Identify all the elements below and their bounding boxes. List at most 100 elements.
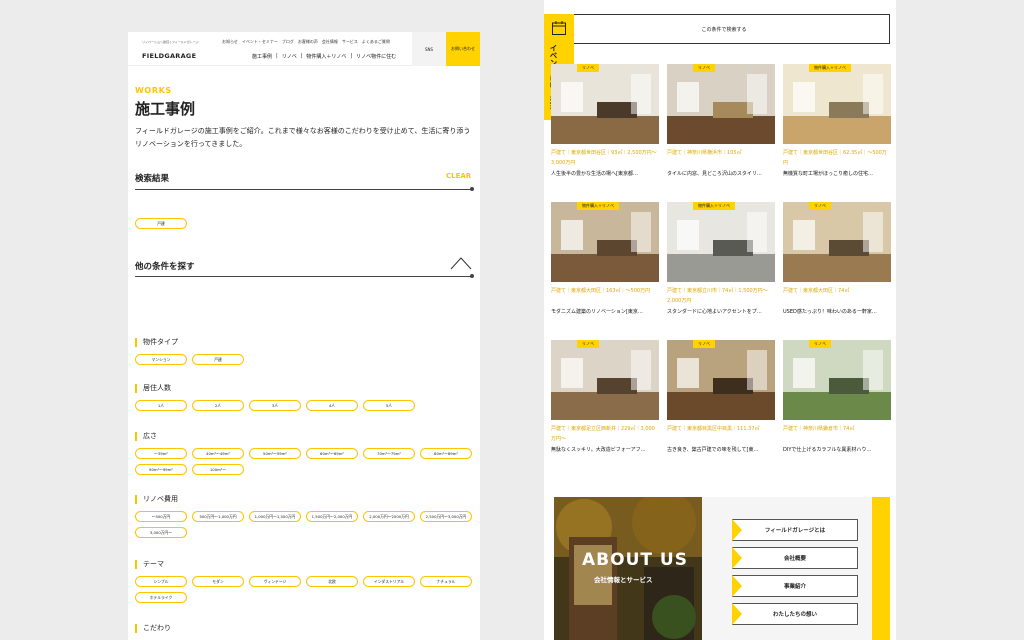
filter-option-chip[interactable]: 1人 [135, 400, 187, 411]
filter-option-chip[interactable]: 40m²〜49m² [192, 448, 244, 459]
filter-option-chip[interactable]: 3,000万円〜 [135, 527, 187, 538]
top-nav-news[interactable]: お知らせ [222, 39, 238, 45]
work-meta: 戸建て｜東京都大田区｜163㎡｜〜500万円 [551, 288, 651, 294]
search-conditions-button[interactable]: この条件で検索する [558, 14, 890, 44]
filter-option-chip[interactable]: ヴィンテージ [249, 576, 301, 587]
filter-option-chip[interactable]: 90m²〜99m² [135, 464, 187, 475]
top-nav-faq[interactable]: よくあるご質問 [362, 39, 390, 45]
other-conditions-heading: 他の条件を探す [135, 262, 195, 272]
filter-option-chip[interactable]: 500万円〜1,000万円 [192, 511, 244, 522]
top-nav-service[interactable]: サービス [342, 39, 358, 45]
top-nav-company[interactable]: 会社情報 [322, 39, 338, 45]
chevron-up-icon[interactable] [450, 256, 472, 270]
work-card[interactable]: リノベ 戸建て｜東京都目黒区中目黒｜111.37㎡ 古き良き、築古戸建での味を残して… [667, 340, 775, 460]
filter-option-chip[interactable]: 〜500万円 [135, 511, 187, 522]
work-meta: 戸建て｜東京都大田区｜74㎡ [783, 288, 850, 294]
top-nav-blog[interactable]: ブログ [282, 39, 294, 45]
main-nav-renovation[interactable]: リノベ [282, 53, 297, 60]
work-meta: 戸建て｜東京都足立区西新井｜229㎡｜3,000万円〜 [551, 426, 655, 442]
filter-option-chip[interactable]: 2,500万円〜3,000万円 [420, 511, 472, 522]
work-photo [783, 64, 891, 144]
filter-option-chip[interactable]: シンプル [135, 576, 187, 587]
work-title[interactable]: 無機質な町工場がほっこり癒しの住宅… [783, 170, 891, 177]
work-title[interactable]: モダニズム建築のリノベーション[東京… [551, 308, 659, 315]
work-meta: 戸建て｜東京都世田谷区｜93㎡｜2,500万円〜3,000万円 [551, 150, 657, 166]
main-nav-live[interactable]: リノベ物件に住む [356, 53, 396, 60]
filter-option-chip[interactable]: 50m²〜59m² [249, 448, 301, 459]
header-tagline: リノベーション賃貸 | フィールドガレージ [142, 40, 199, 44]
work-card[interactable]: 物件購入＋リノベ 戸建て｜東京都大田区｜163㎡｜〜500万円 モダニズム建築のリノ… [551, 202, 659, 322]
about-title: ABOUT US [582, 550, 688, 570]
main-nav-buy-renovate[interactable]: 物件購入＋リノベ [306, 53, 346, 60]
clear-button[interactable]: CLEAR [446, 172, 471, 180]
work-category-badge: リノベ [693, 340, 715, 348]
page-title: 施工事例 [135, 100, 196, 118]
site-header: リノベーション賃貸 | フィールドガレージ FIELDGARAGE お知らせ イ… [128, 32, 480, 66]
work-card[interactable]: リノベ戸建て｜東京都世田谷区｜93㎡｜2,500万円〜3,000万円人生後半の豊… [551, 64, 659, 184]
about-link[interactable]: フィールドガレージとは [732, 519, 858, 541]
top-nav-voices[interactable]: お客様の声 [298, 39, 318, 45]
work-card[interactable]: リノベ戸建て｜東京都大田区｜74㎡ USED感たっぷり！味わいのある一軒家… [783, 202, 891, 322]
filter-option-chip[interactable]: 100m²〜 [192, 464, 244, 475]
work-title[interactable]: スタンダードに心地よいアクセントをプ… [667, 308, 775, 315]
work-card[interactable]: リノベ 戸建て｜神奈川県横浜市｜105㎡ タイルに内窓、見どころ沢山のスタイリ… [667, 64, 775, 184]
filter-option-chip[interactable]: 5人 [363, 400, 415, 411]
work-category-badge: リノベ [809, 340, 831, 348]
work-title[interactable]: DIYで仕上げるカラフルな異素材ハウ… [783, 446, 891, 453]
work-photo [667, 202, 775, 282]
filter-option-chip[interactable]: モダン [192, 576, 244, 587]
work-title[interactable]: タイルに内窓、見どころ沢山のスタイリ… [667, 170, 775, 177]
filter-option-chip[interactable]: 60m²〜69m² [306, 448, 358, 459]
filter-option-chip[interactable]: 〜39m² [135, 448, 187, 459]
main-nav-works[interactable]: 施工事例 [252, 53, 272, 60]
about-section: ABOUT US 会社情報とサービス フィールドガレージとは 会社概要事業紹介わた… [554, 497, 890, 640]
work-card[interactable]: 物件購入＋リノベ 戸建て｜東京都世田谷区｜62.35㎡｜〜500万円 無機質な町工場… [783, 64, 891, 184]
filter-option-chip[interactable]: 1,500万円〜2,000万円 [306, 511, 358, 522]
top-nav: お知らせ イベント・セミナー ブログ お客様の声 会社情報 サービス よくあるご… [222, 39, 390, 45]
work-category-badge: リノベ [577, 340, 599, 348]
work-card[interactable]: 物件購入＋リノベ 戸建て｜東京都立川市｜74㎡｜1,500万円〜2,000万円 スタ… [667, 202, 775, 322]
about-link[interactable]: 事業紹介 [732, 575, 858, 597]
filter-option-chip[interactable]: 戸建 [192, 354, 244, 365]
about-image: ABOUT US 会社情報とサービス [554, 497, 702, 640]
active-filter-chip[interactable]: 戸建 [135, 218, 187, 229]
filter-group-label: こだわり [135, 624, 171, 633]
filter-option-chip[interactable]: 1,000万円〜1,500万円 [249, 511, 301, 522]
divider [135, 274, 474, 278]
filter-option-chip[interactable]: 2人 [192, 400, 244, 411]
work-meta: 戸建て｜神奈川県鎌倉市｜74㎡ [783, 426, 855, 432]
work-card[interactable]: リノベ戸建て｜神奈川県鎌倉市｜74㎡ DIYで仕上げるカラフルな異素材ハウ… [783, 340, 891, 460]
filter-group-label: 物件タイプ [135, 338, 178, 347]
filter-option-chip[interactable]: 3人 [249, 400, 301, 411]
inquiry-button[interactable]: お問い合わせ [446, 32, 480, 66]
work-title[interactable]: USED感たっぷり！味わいのある一軒家… [783, 308, 891, 315]
filter-option-chip[interactable]: ナチュラル [420, 576, 472, 587]
work-title[interactable]: 人生後半の豊かな生活の場へ[東京都… [551, 170, 659, 177]
filter-option-chip[interactable]: 4人 [306, 400, 358, 411]
filter-option-chip[interactable]: 北欧 [306, 576, 358, 587]
work-title[interactable]: 古き良き、築古戸建での味を残して[東… [667, 446, 775, 453]
site-logo[interactable]: FIELDGARAGE [142, 52, 196, 60]
about-subtitle: 会社情報とサービス [594, 576, 653, 584]
work-title[interactable]: 無駄なくスッキリ。大改造ビフォーアフ… [551, 446, 659, 453]
filter-option-chip[interactable]: 2,000万円〜2500万円 [363, 511, 415, 522]
work-category-badge: リノベ [693, 64, 715, 72]
filter-option-chip[interactable]: ホテルライク [135, 592, 187, 603]
calendar-icon [552, 21, 566, 35]
work-category-badge: リノベ [809, 202, 831, 210]
filter-option-chip[interactable]: マンション [135, 354, 187, 365]
nav-separator: | [300, 53, 303, 59]
about-link[interactable]: 会社概要 [732, 547, 858, 569]
top-nav-events[interactable]: イベント・セミナー [242, 39, 278, 45]
results-panel: この条件で検索する イベントに申し込む リノベ戸建て｜東京都世田谷区｜93㎡｜2… [544, 0, 896, 640]
work-card[interactable]: リノベ戸建て｜東京都足立区西新井｜229㎡｜3,000万円〜無駄なくスッキリ。大… [551, 340, 659, 460]
work-category-badge: リノベ [577, 64, 599, 72]
about-link[interactable]: わたしたちの想い [732, 603, 858, 625]
filter-option-chip[interactable]: 80m²〜89m² [420, 448, 472, 459]
filter-group-label: テーマ [135, 560, 164, 569]
filter-option-chip[interactable]: 70m²〜79m² [363, 448, 415, 459]
sns-button[interactable]: SNS [412, 32, 446, 66]
work-photo [551, 340, 659, 420]
main-nav: 施工事例 | リノベ | 物件購入＋リノベ | リノベ物件に住む [252, 53, 396, 60]
filter-option-chip[interactable]: インダストリアル [363, 576, 415, 587]
